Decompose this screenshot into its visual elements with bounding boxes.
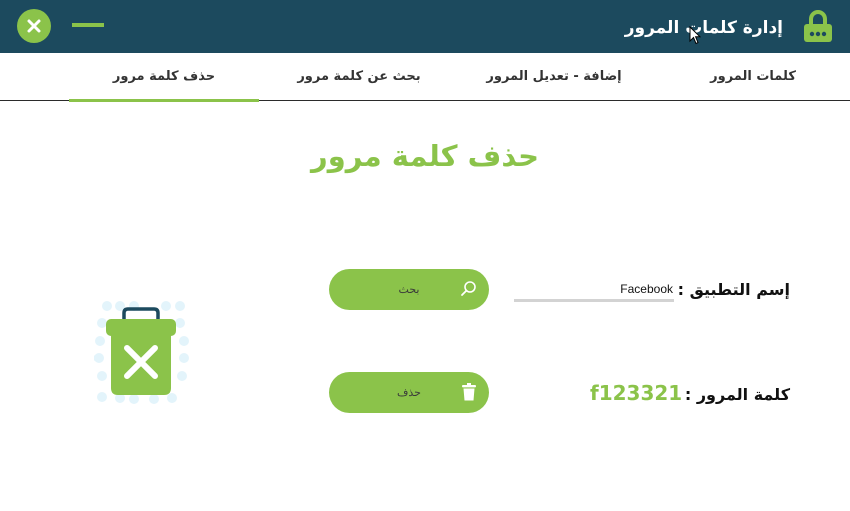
tab-search[interactable]: بحث عن كلمة مرور: [289, 53, 429, 100]
close-icon: [27, 19, 41, 33]
tab-bar: كلمات المرور إضافة - تعديل المرور بحث عن…: [0, 53, 850, 102]
lock-icon: [804, 10, 832, 42]
tab-passwords[interactable]: كلمات المرور: [683, 53, 823, 100]
trash-icon: [459, 382, 479, 402]
search-button[interactable]: بحث: [329, 269, 489, 310]
title-bar: إدارة كلمات المرور: [0, 0, 850, 53]
close-button[interactable]: [17, 9, 51, 43]
trash-delete-icon: [94, 301, 189, 404]
delete-button[interactable]: حذف: [329, 372, 489, 413]
tab-delete[interactable]: حذف كلمة مرور: [69, 53, 259, 102]
app-title: إدارة كلمات المرور: [624, 18, 783, 38]
minimize-button[interactable]: [72, 15, 104, 35]
mouse-cursor-icon: [689, 26, 701, 45]
search-icon: [459, 279, 479, 299]
page-title: حذف كلمة مرور: [311, 139, 539, 173]
app-name-input[interactable]: [514, 280, 674, 302]
tab-add-edit[interactable]: إضافة - تعديل المرور: [469, 53, 639, 100]
password-value: f123321: [590, 381, 683, 405]
app-name-label: إسم التطبيق :: [677, 280, 790, 299]
password-label: كلمة المرور :: [684, 385, 790, 404]
